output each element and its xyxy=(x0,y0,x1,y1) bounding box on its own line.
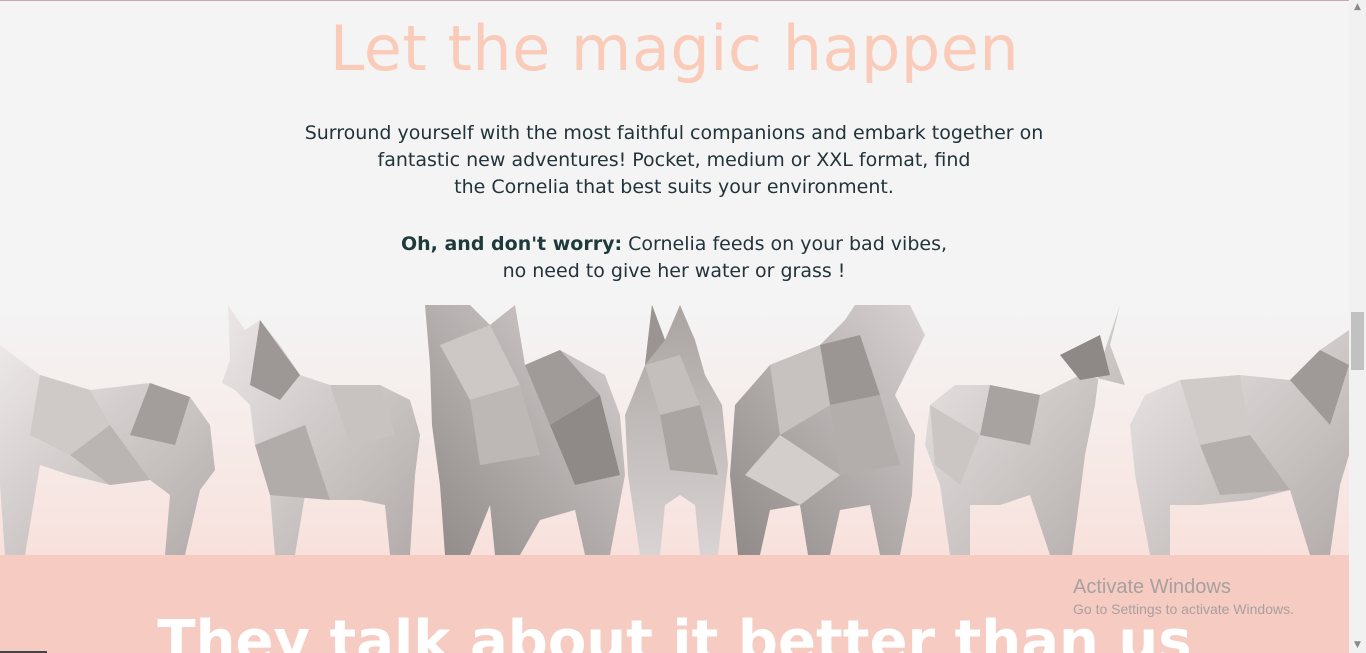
intro-paragraph: Surround yourself with the most faithful… xyxy=(274,120,1074,201)
unicorn-figure xyxy=(425,305,625,555)
watermark-title: Activate Windows xyxy=(1073,576,1231,598)
worry-text-line2: no need to give her water or grass ! xyxy=(502,260,846,282)
unicorn-figure xyxy=(1130,330,1349,555)
unicorn-herd-image xyxy=(0,305,1349,555)
scrollbar-thumb[interactable] xyxy=(1351,312,1364,370)
intro-line: Surround yourself with the most faithful… xyxy=(304,122,1044,144)
watermark-subtitle: Go to Settings to activate Windows. xyxy=(1073,601,1294,617)
top-border xyxy=(0,0,1349,1)
scroll-up-arrow-icon[interactable]: ▲ xyxy=(1349,0,1366,15)
intro-line: the Cornelia that best suits your enviro… xyxy=(454,176,894,198)
unicorn-figure xyxy=(730,305,925,555)
unicorn-figure xyxy=(0,345,215,555)
page-title: Let the magic happen xyxy=(329,12,1020,85)
intro-line: fantastic new adventures! Pocket, medium… xyxy=(377,149,971,171)
scroll-down-arrow-icon[interactable]: ▼ xyxy=(1349,638,1366,653)
unicorn-figure xyxy=(925,305,1125,555)
unicorn-figure xyxy=(222,305,420,555)
windows-activation-watermark: Activate Windows Go to Settings to activ… xyxy=(1073,575,1294,619)
unicorn-figure xyxy=(625,305,728,555)
vertical-scrollbar[interactable]: ▲ ▼ xyxy=(1349,0,1366,653)
worry-paragraph: Oh, and don't worry: Cornelia feeds on y… xyxy=(274,231,1074,285)
worry-text: Cornelia feeds on your bad vibes, xyxy=(622,233,948,255)
worry-emphasis: Oh, and don't worry: xyxy=(400,233,623,255)
low-poly-unicorns-icon xyxy=(0,305,1349,555)
